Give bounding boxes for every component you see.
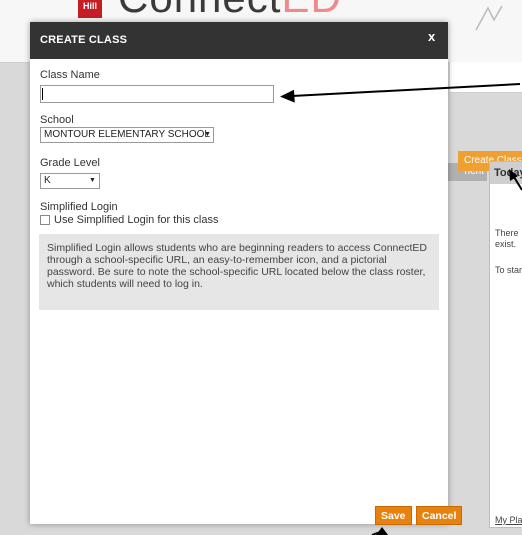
connected-logo-accent: ED xyxy=(281,0,341,21)
text-cursor xyxy=(42,88,43,100)
dialog-title: CREATE CLASS xyxy=(40,34,128,46)
grade-level-select-value: K xyxy=(44,175,51,186)
simplified-login-label: Simplified Login xyxy=(40,201,118,213)
school-label: School xyxy=(40,114,74,126)
chevron-down-icon: ▼ xyxy=(89,177,96,184)
school-select[interactable]: MONTOUR ELEMENTARY SCHOOL ▼ xyxy=(40,127,214,143)
swoosh-graphic xyxy=(475,5,503,31)
publisher-logo: Hill xyxy=(78,0,102,18)
simplified-login-info-text: Simplified Login allows students who are… xyxy=(47,242,427,290)
simplified-login-checkbox-label[interactable]: Use Simplified Login for this class xyxy=(54,214,218,226)
save-button[interactable]: Save xyxy=(375,506,412,525)
grade-level-select[interactable]: K ▼ xyxy=(40,173,100,189)
today-panel-line2: exist. xyxy=(495,239,517,249)
create-class-dialog: CREATE CLASS x Class Name School MONTOUR… xyxy=(30,22,463,525)
today-panel-heading: Today xyxy=(490,162,522,184)
today-panel: Today There exist. To star My Plan xyxy=(489,161,522,528)
connected-logo-text: Connect xyxy=(118,0,281,21)
class-name-label: Class Name xyxy=(40,69,100,81)
school-select-value: MONTOUR ELEMENTARY SCHOOL xyxy=(44,129,210,140)
today-panel-message: There exist. xyxy=(495,228,522,250)
today-panel-line1: There xyxy=(495,228,519,238)
dialog-header: CREATE CLASS x xyxy=(30,22,448,59)
background-nav-band xyxy=(450,62,522,93)
simplified-login-checkbox[interactable] xyxy=(40,215,50,225)
class-name-input[interactable] xyxy=(40,85,274,103)
cancel-button[interactable]: Cancel xyxy=(416,506,463,525)
connected-logo: ConnectED xyxy=(118,0,342,22)
simplified-login-info-box: Simplified Login allows students who are… xyxy=(39,234,439,310)
today-panel-hint: To star xyxy=(495,265,522,275)
my-plan-link[interactable]: My Plan xyxy=(495,515,522,525)
chevron-down-icon: ▼ xyxy=(204,131,211,138)
grade-level-label: Grade Level xyxy=(40,157,100,169)
close-icon[interactable]: x xyxy=(428,29,435,44)
